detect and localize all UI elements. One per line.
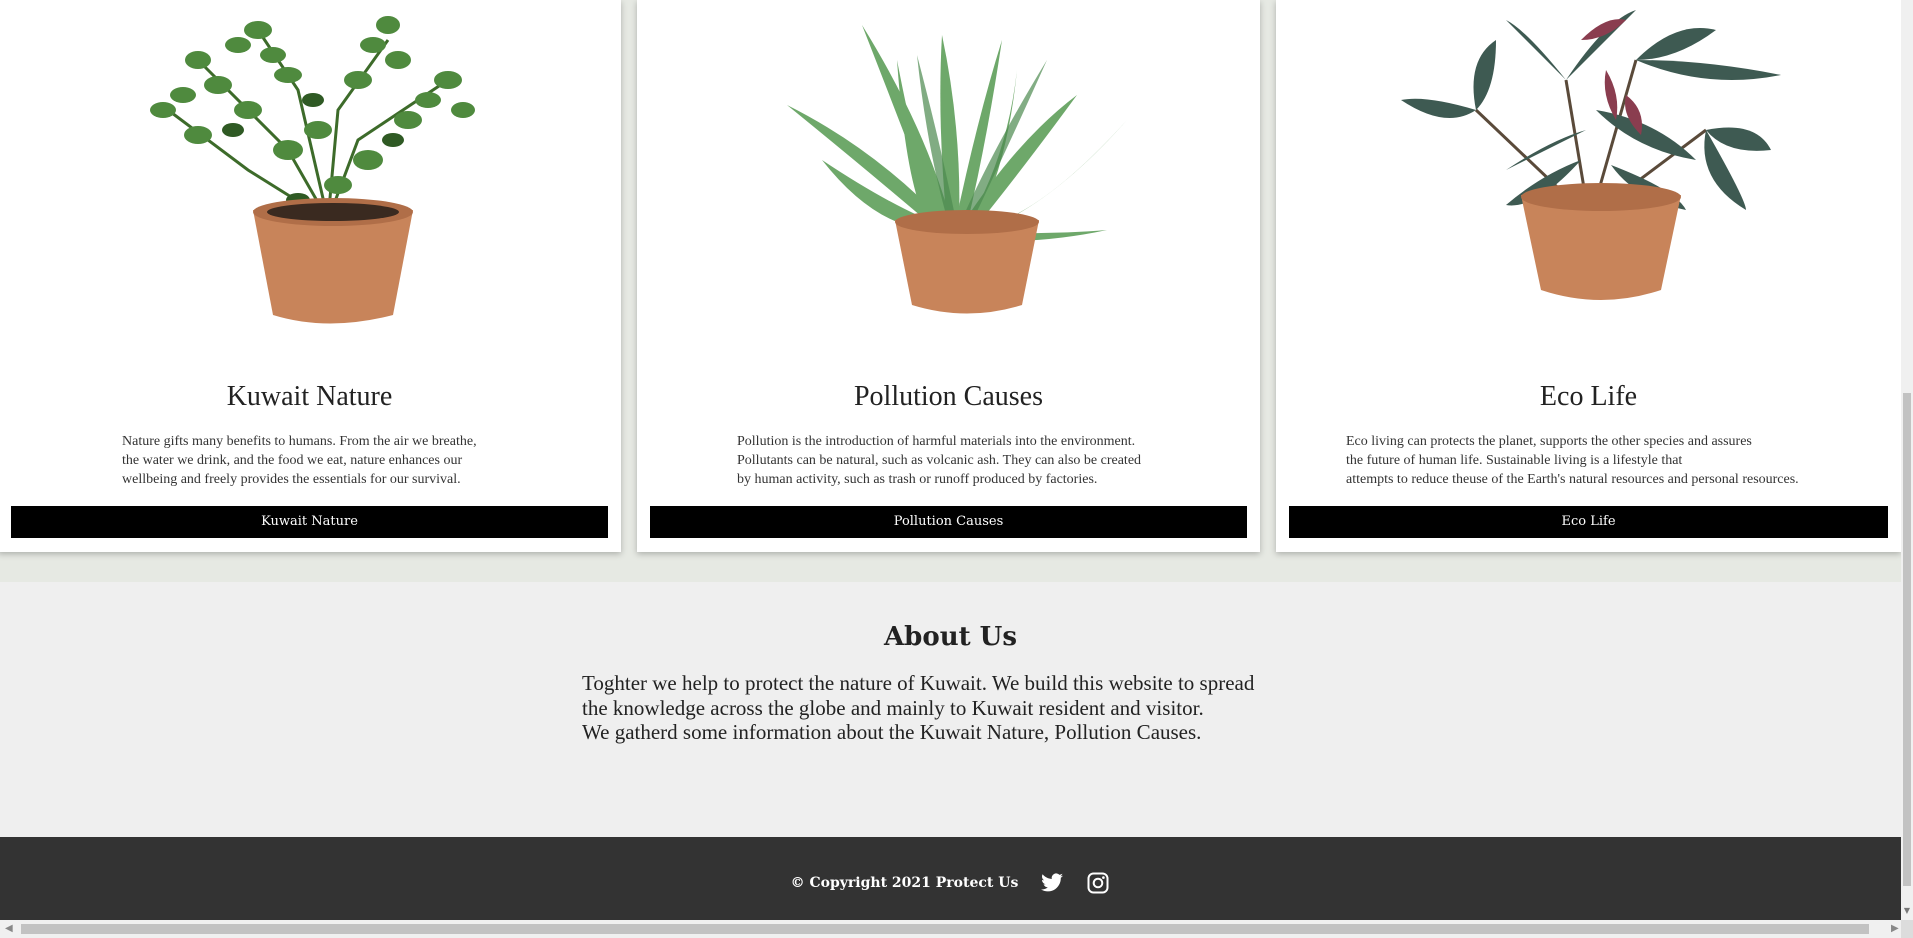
footer-content: © Copyright 2021 Protect Us: [0, 871, 1901, 895]
card-description: Eco living can protects the planet, supp…: [1346, 434, 1799, 487]
about-title: About Us: [884, 622, 1017, 652]
kuwait-nature-button[interactable]: Kuwait Nature: [11, 506, 608, 538]
scroll-down-arrow-icon[interactable]: ▼: [1903, 906, 1911, 916]
scroll-left-arrow-icon[interactable]: ◀: [5, 923, 13, 934]
page-viewport: Kuwait Nature Nature gifts many benefits…: [0, 0, 1901, 920]
about-section: About Us Toghter we help to protect the …: [0, 582, 1901, 837]
copyright-text: © Copyright 2021 Protect Us: [790, 875, 1019, 891]
cards-section: Kuwait Nature Nature gifts many benefits…: [0, 0, 1901, 582]
card-description: Nature gifts many benefits to humans. Fr…: [122, 434, 477, 487]
about-text: Toghter we help to protect the nature of…: [582, 671, 1255, 744]
card-description: Pollution is the introduction of harmful…: [737, 434, 1142, 487]
footer: © Copyright 2021 Protect Us: [0, 837, 1901, 920]
horizontal-scrollbar-thumb[interactable]: [21, 924, 1869, 934]
card-title: Pollution Causes: [853, 381, 1043, 412]
twitter-icon[interactable]: [1040, 871, 1064, 895]
instagram-icon[interactable]: [1086, 871, 1110, 895]
pollution-causes-button[interactable]: Pollution Causes: [650, 506, 1247, 538]
card-kuwait-nature: Kuwait Nature Nature gifts many benefits…: [0, 0, 621, 552]
vertical-scrollbar-thumb[interactable]: [1903, 393, 1911, 886]
aloe-plant-image: [787, 25, 1127, 314]
card-title: Eco Life: [1539, 381, 1638, 412]
eco-life-button[interactable]: Eco Life: [1289, 506, 1888, 538]
card-pollution-causes: Pollution Causes Pollution is the introd…: [637, 0, 1260, 552]
vertical-scrollbar[interactable]: ▼: [1901, 0, 1913, 920]
horizontal-scrollbar[interactable]: ◀ ▶: [0, 920, 1913, 938]
scrollbar-corner: [1901, 920, 1913, 938]
card-eco-life: Eco Life Eco living can protects the pla…: [1276, 0, 1901, 552]
rubber-plant-image: [1401, 10, 1781, 300]
scroll-right-arrow-icon[interactable]: ▶: [1891, 923, 1899, 934]
card-title: Kuwait Nature: [226, 381, 393, 412]
zz-plant-image: [150, 16, 475, 324]
